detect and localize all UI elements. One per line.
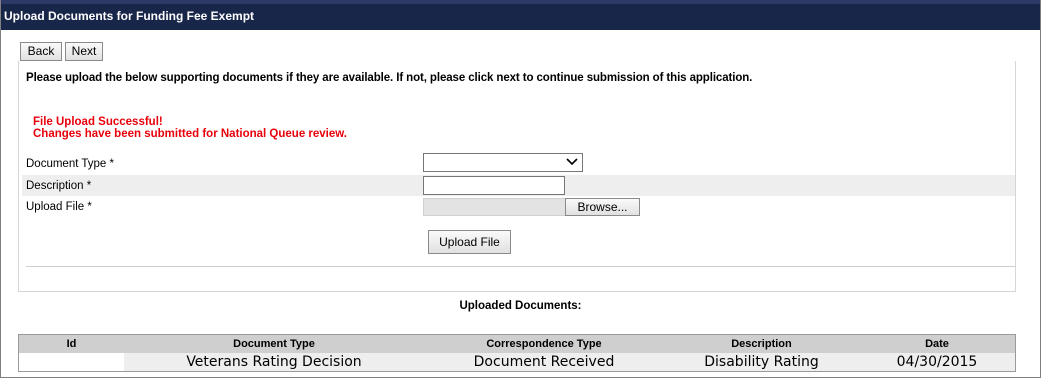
table-header: Id Document Type Correspondence Type Des… bbox=[19, 335, 1015, 353]
column-header-document-type: Document Type bbox=[233, 338, 315, 350]
file-path-field[interactable] bbox=[423, 198, 566, 216]
cell-description: Disability Rating bbox=[704, 354, 819, 370]
cell-date: 04/30/2015 bbox=[896, 354, 978, 370]
title-bar: Upload Documents for Funding Fee Exempt bbox=[1, 0, 1040, 30]
description-input[interactable] bbox=[423, 176, 565, 195]
instructions-text: Please upload the below supporting docum… bbox=[26, 72, 753, 84]
cell-document-type: Veterans Rating Decision bbox=[186, 354, 362, 370]
description-label: Description * bbox=[26, 180, 92, 192]
document-type-select[interactable] bbox=[423, 153, 583, 172]
column-header-description: Description bbox=[731, 338, 792, 350]
cell-id bbox=[19, 353, 124, 371]
upload-success-message: File Upload Successful! bbox=[33, 116, 163, 128]
table-row[interactable]: Veterans Rating Decision Document Receiv… bbox=[19, 353, 1015, 371]
column-header-date: Date bbox=[925, 338, 949, 350]
next-button[interactable]: Next bbox=[65, 42, 103, 61]
uploaded-documents-table: Id Document Type Correspondence Type Des… bbox=[18, 334, 1016, 372]
upload-file-button[interactable]: Upload File bbox=[428, 230, 511, 254]
column-header-correspondence-type: Correspondence Type bbox=[486, 338, 602, 350]
cell-correspondence-type: Document Received bbox=[473, 354, 615, 370]
upload-file-label: Upload File * bbox=[26, 201, 92, 213]
column-header-id: Id bbox=[66, 338, 77, 350]
page-title: Upload Documents for Funding Fee Exempt bbox=[4, 9, 255, 23]
browse-button[interactable]: Browse... bbox=[565, 198, 640, 216]
uploaded-documents-title: Uploaded Documents: bbox=[459, 300, 582, 312]
divider bbox=[26, 266, 1016, 267]
chevron-down-icon bbox=[566, 155, 578, 172]
submitted-message: Changes have been submitted for National… bbox=[33, 128, 347, 140]
back-button[interactable]: Back bbox=[20, 42, 62, 61]
document-type-label: Document Type * bbox=[26, 158, 115, 170]
